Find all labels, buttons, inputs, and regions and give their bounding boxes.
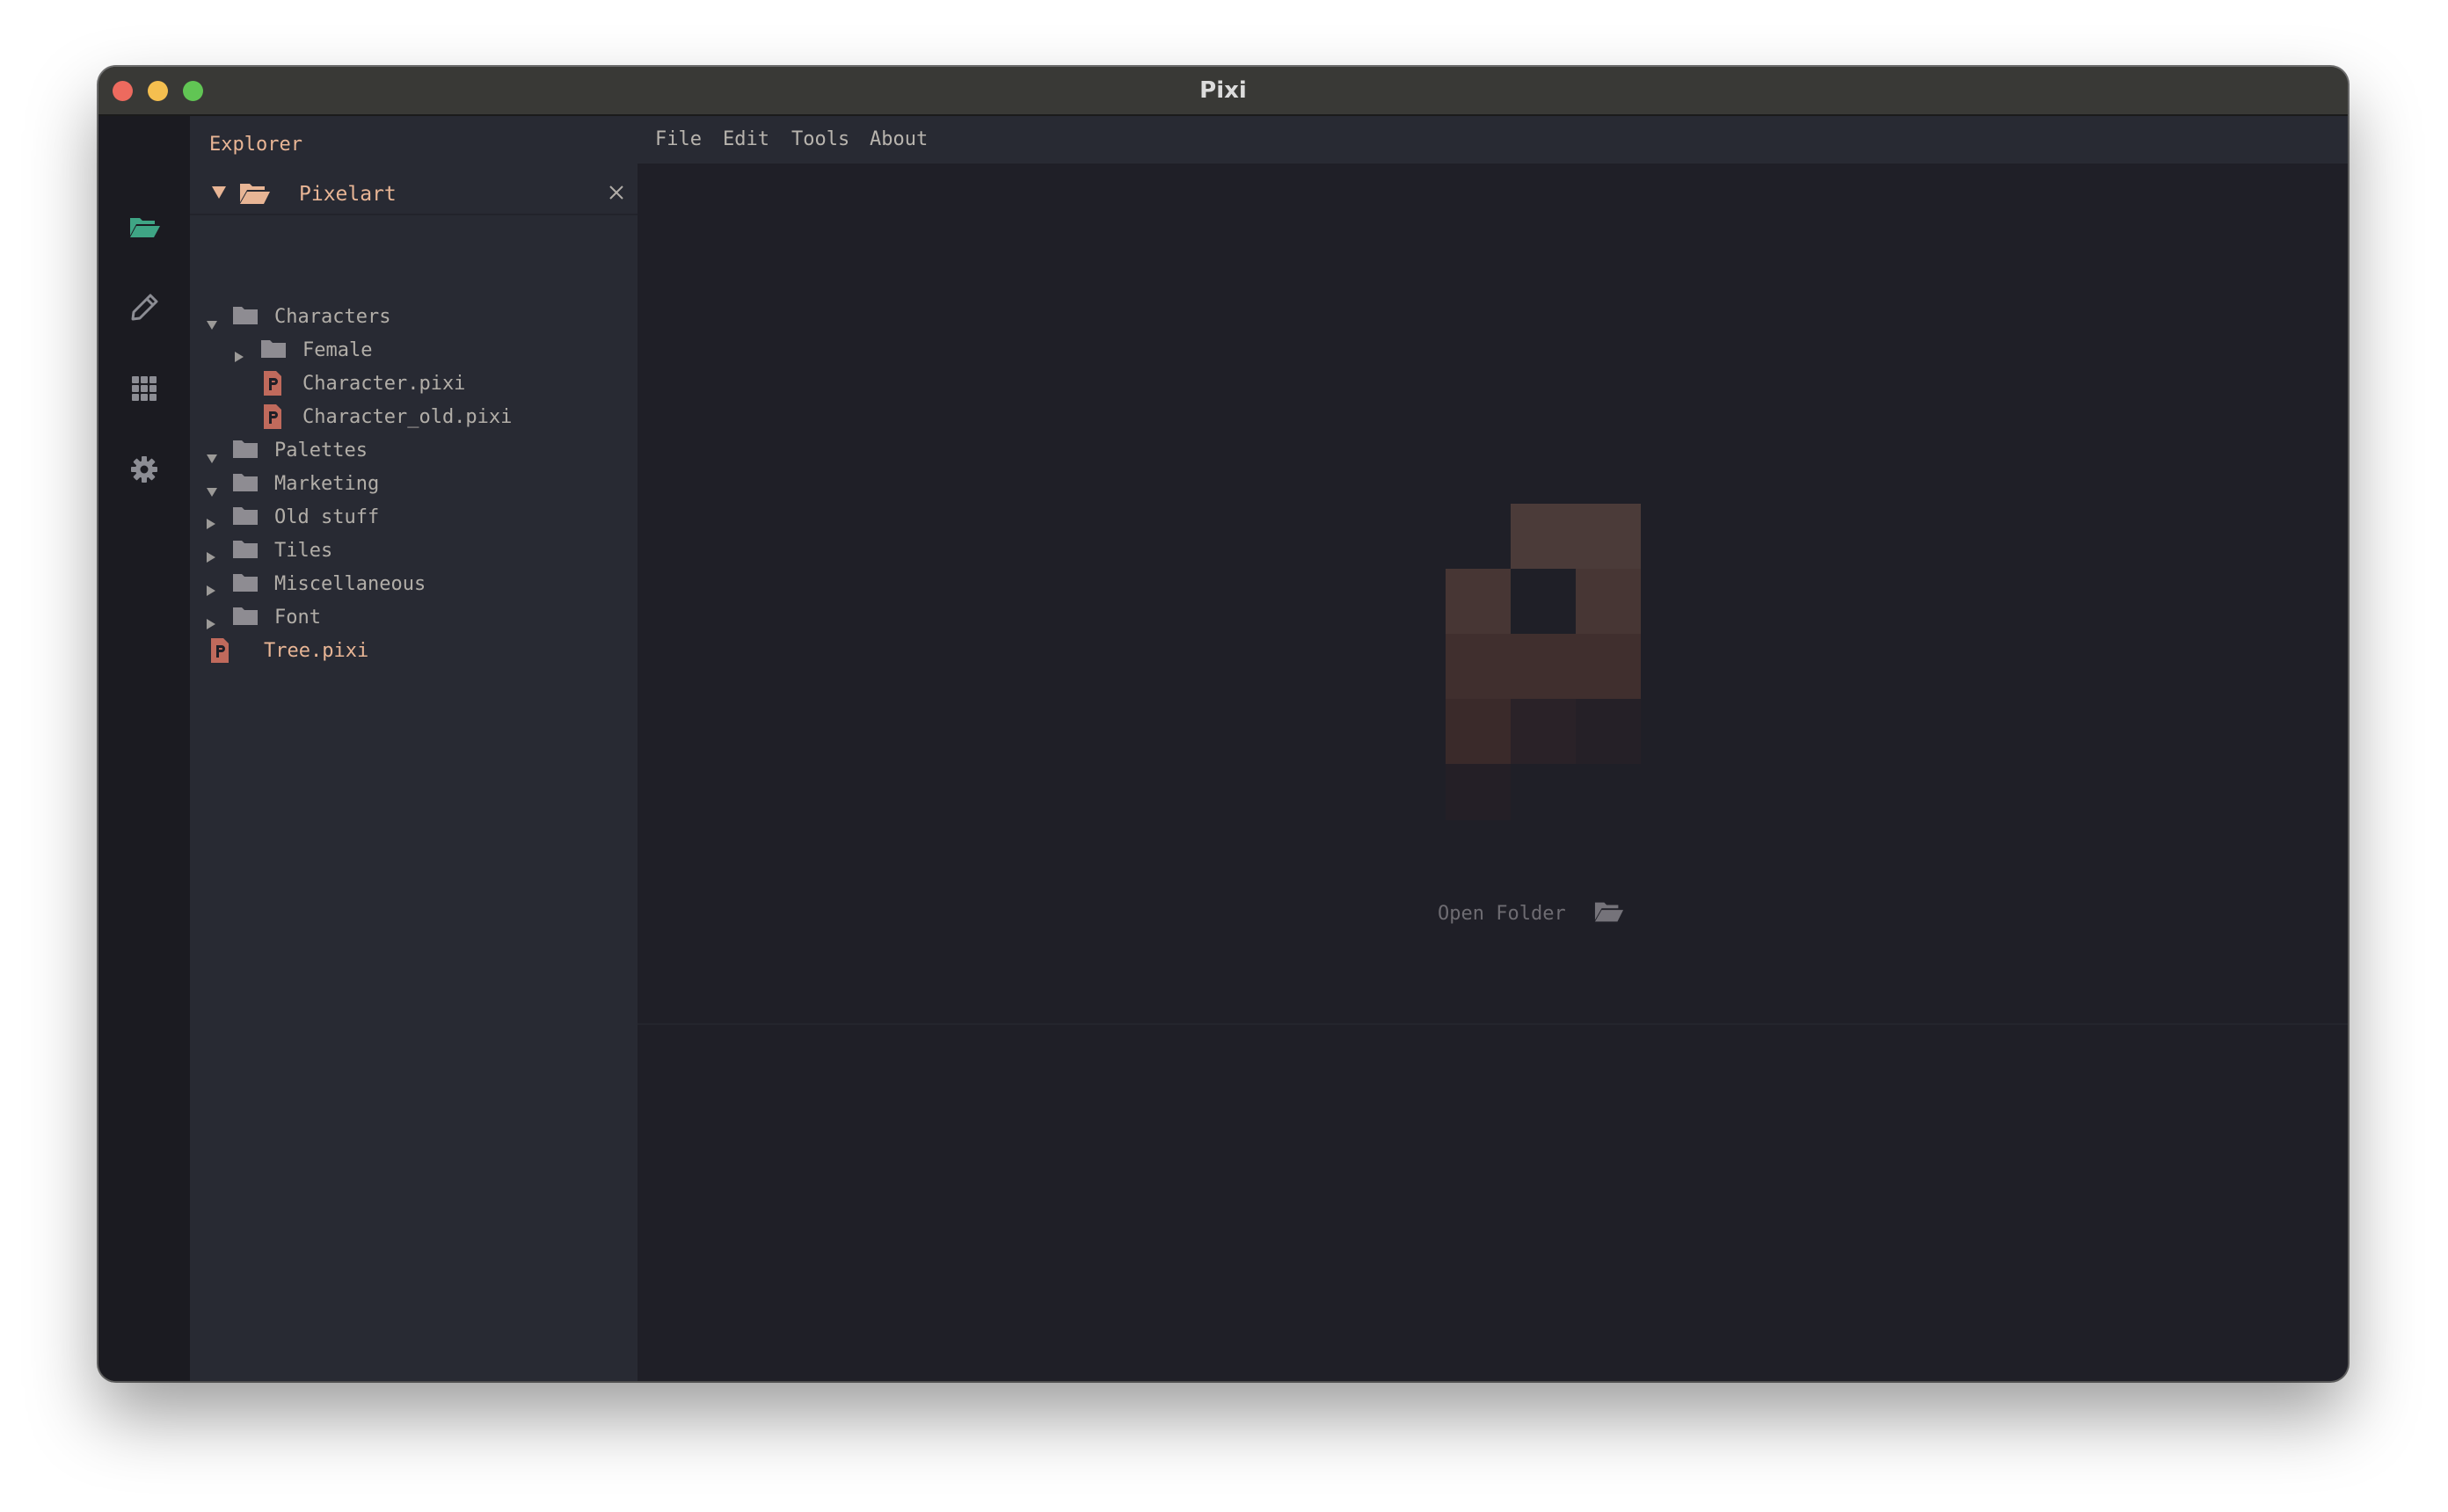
- editor-area: Open Folder: [638, 164, 2348, 1381]
- menu-tools[interactable]: Tools: [791, 128, 849, 150]
- chevron-right-icon[interactable]: [206, 547, 216, 569]
- menu-about[interactable]: About: [870, 128, 928, 150]
- chevron-down-icon[interactable]: [206, 314, 218, 336]
- tree-item-characters[interactable]: Characters: [190, 302, 638, 336]
- tree-item-label: Tiles: [274, 540, 333, 562]
- folder-open-icon: [240, 184, 270, 204]
- explorer-title: Explorer: [209, 134, 302, 156]
- folder-icon: [232, 439, 259, 465]
- tree-item-label: Old stuff: [274, 506, 380, 528]
- chevron-right-icon[interactable]: [234, 346, 244, 368]
- pixi-file-icon: [262, 403, 283, 435]
- tree-item-label: Palettes: [274, 440, 368, 462]
- root-folder-label: Pixelart: [299, 183, 397, 206]
- tree-item-label: Character.pixi: [302, 373, 466, 395]
- panel-divider: [638, 1023, 2348, 1025]
- tree-item-label: Marketing: [274, 473, 380, 495]
- folder-icon: [260, 338, 287, 365]
- menu-edit[interactable]: Edit: [723, 128, 769, 150]
- tree-item-font[interactable]: Font: [190, 603, 638, 636]
- tree-item-label: Miscellaneous: [274, 573, 426, 595]
- open-folder-label: Open Folder: [1438, 903, 1566, 925]
- chevron-down-icon[interactable]: [206, 481, 218, 503]
- folder-icon: [232, 572, 259, 599]
- menu-bar: File Edit Tools About: [638, 116, 2348, 164]
- folder-icon: [232, 606, 259, 632]
- chevron-down-icon[interactable]: [211, 185, 227, 200]
- tree-item-miscellaneous[interactable]: Miscellaneous: [190, 570, 638, 603]
- chevron-down-icon[interactable]: [206, 447, 218, 469]
- activity-bar: [98, 116, 190, 1381]
- tree-item-female[interactable]: Female: [190, 336, 638, 369]
- folder-icon: [232, 305, 259, 331]
- gear-icon[interactable]: [127, 452, 162, 487]
- tree-item-label: Female: [302, 339, 373, 361]
- tree-item-character-old-pixi[interactable]: Character_old.pixi: [190, 403, 638, 436]
- tree-item-tree-pixi[interactable]: Tree.pixi: [190, 636, 638, 670]
- folder-icon: [232, 505, 259, 532]
- explorer-sidebar: Explorer Pixelart Characters Female Charac…: [190, 116, 638, 1381]
- tree-item-marketing[interactable]: Marketing: [190, 469, 638, 503]
- chevron-right-icon[interactable]: [206, 614, 216, 636]
- grid-icon[interactable]: [127, 371, 162, 406]
- tree-item-palettes[interactable]: Palettes: [190, 436, 638, 469]
- folder-open-icon[interactable]: [127, 209, 162, 244]
- title-bar: Pixi: [98, 67, 2348, 116]
- folder-open-icon: [1594, 902, 1624, 922]
- pixi-file-icon: [262, 370, 283, 402]
- tree-item-label: Character_old.pixi: [302, 406, 513, 428]
- folder-icon: [232, 472, 259, 498]
- pixi-file-icon: [209, 637, 230, 669]
- tree-item-label: Characters: [274, 306, 391, 328]
- explorer-root-folder[interactable]: Pixelart: [190, 171, 638, 215]
- window-title: Pixi: [1199, 77, 1247, 104]
- close-icon[interactable]: [608, 184, 625, 201]
- tree-item-label: Tree.pixi: [264, 640, 369, 662]
- pixi-logo: [1446, 504, 1641, 820]
- app-window: Pixi Explorer Pixelart Characters Female…: [98, 67, 2348, 1381]
- tree-item-tiles[interactable]: Tiles: [190, 536, 638, 570]
- chevron-right-icon[interactable]: [206, 513, 216, 535]
- pencil-icon[interactable]: [127, 290, 162, 325]
- menu-file[interactable]: File: [655, 128, 702, 150]
- tree-item-label: Font: [274, 607, 321, 629]
- tree-item-character-pixi[interactable]: Character.pixi: [190, 369, 638, 403]
- tree-item-old-stuff[interactable]: Old stuff: [190, 503, 638, 536]
- folder-icon: [232, 539, 259, 565]
- chevron-right-icon[interactable]: [206, 580, 216, 602]
